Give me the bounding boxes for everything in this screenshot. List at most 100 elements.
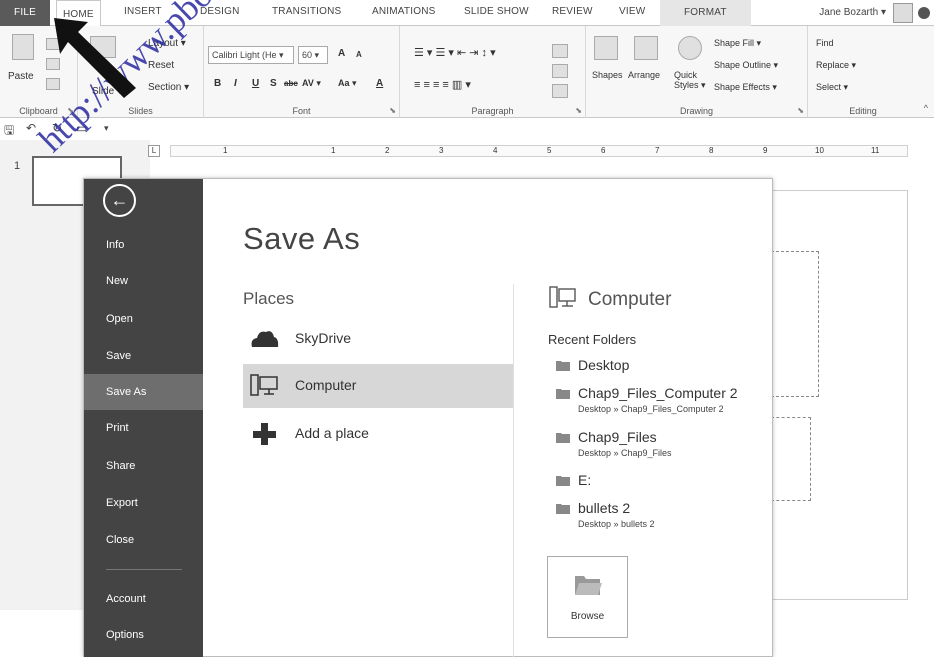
folder-name: Desktop — [578, 357, 630, 373]
recent-folder-desktop[interactable]: Desktop — [556, 357, 776, 379]
tab-animations[interactable]: ANIMATIONS — [372, 6, 435, 17]
change-case-button[interactable]: Aa ▾ — [338, 78, 357, 89]
nav-item-save-as[interactable]: Save As — [84, 374, 203, 410]
title-placeholder[interactable] — [771, 251, 819, 397]
tab-file[interactable]: FILE — [0, 0, 50, 26]
bullets-icon[interactable]: ☰ ▾ ☰ ▾ ⇤ ⇥ ↕ ▾ — [414, 46, 496, 59]
user-account-menu[interactable]: Jane Bozarth ▾ — [819, 7, 886, 18]
computer-heading: Computer — [588, 289, 672, 310]
tab-review[interactable]: REVIEW — [552, 6, 593, 17]
subtitle-placeholder[interactable] — [771, 417, 811, 501]
underline-button[interactable]: U — [252, 78, 259, 89]
replace-button[interactable]: Replace ▾ — [816, 60, 856, 71]
reset-button[interactable]: Reset — [148, 60, 174, 71]
nav-item-options[interactable]: Options — [84, 617, 203, 653]
slide-canvas[interactable] — [771, 190, 908, 600]
ribbon: Paste Clipboard ⬊ Slide ▾ Layout ▾ Reset… — [0, 26, 934, 118]
nav-item-share[interactable]: Share — [84, 448, 203, 484]
tab-design[interactable]: DESIGN — [200, 6, 240, 17]
find-button[interactable]: Find — [816, 38, 834, 48]
folder-name: E: — [578, 472, 592, 488]
smartart-icon[interactable] — [552, 84, 568, 98]
paste-icon[interactable] — [12, 34, 34, 60]
back-arrow-icon[interactable]: ← — [103, 184, 136, 217]
layout-button[interactable]: Layout ▾ — [148, 38, 186, 49]
nav-item-print[interactable]: Print — [84, 410, 203, 446]
font-launcher-icon[interactable]: ⬊ — [389, 106, 396, 115]
folder-icon — [556, 389, 570, 399]
shapes-button[interactable]: Shapes — [592, 70, 623, 80]
align-text-icon[interactable] — [552, 64, 568, 78]
paragraph-group: ☰ ▾ ☰ ▾ ⇤ ⇥ ↕ ▾ ≡ ≡ ≡ ≡ ▥ ▾ Paragraph ⬊ — [400, 26, 586, 118]
paste-button[interactable]: Paste — [8, 71, 34, 82]
format-painter-icon[interactable] — [46, 78, 60, 90]
quick-styles-button[interactable]: Quick Styles ▾ — [674, 70, 708, 91]
nav-item-account[interactable]: Account — [84, 581, 203, 617]
section-button[interactable]: Section ▾ — [148, 82, 189, 93]
customize-qat-icon[interactable]: ▾ — [104, 123, 109, 134]
recent-folder-bullets-2[interactable]: bullets 2 Desktop » bullets 2 — [556, 500, 776, 536]
start-from-beginning-icon[interactable]: ▭ — [76, 121, 87, 135]
quick-styles-icon[interactable] — [678, 36, 702, 60]
clipboard-launcher-icon[interactable]: ⬊ — [67, 106, 74, 115]
recent-folder-chap9-files[interactable]: Chap9_Files Desktop » Chap9_Files — [556, 429, 776, 465]
shape-outline-button[interactable]: Shape Outline ▾ — [714, 60, 778, 71]
font-color-button[interactable]: A — [376, 78, 383, 89]
folder-path: Desktop » Chap9_Files — [578, 448, 672, 458]
strikethrough-button[interactable]: abc — [284, 79, 298, 88]
font-size-combo[interactable]: 60 ▾ — [298, 46, 328, 64]
ruler-number: 4 — [493, 146, 498, 155]
bold-button[interactable]: B — [214, 78, 221, 89]
cut-icon[interactable] — [46, 38, 60, 50]
character-spacing-button[interactable]: AV ▾ — [302, 78, 321, 89]
user-avatar[interactable] — [893, 3, 913, 23]
ruler-number: 1 — [223, 146, 228, 155]
open-folder-icon — [575, 576, 602, 595]
shapes-icon[interactable] — [594, 36, 618, 60]
redo-icon[interactable]: ↻ — [52, 121, 62, 135]
alignment-icon[interactable]: ≡ ≡ ≡ ≡ ▥ ▾ — [414, 78, 471, 91]
recent-folder-chap9-files-computer-2[interactable]: Chap9_Files_Computer 2 Desktop » Chap9_F… — [556, 385, 776, 421]
tab-transitions[interactable]: TRANSITIONS — [272, 6, 341, 17]
place-computer[interactable]: Computer — [243, 364, 514, 408]
arrange-button[interactable]: Arrange — [628, 70, 660, 80]
font-name-combo[interactable]: Calibri Light (He ▾ — [208, 46, 294, 64]
place-skydrive[interactable]: SkyDrive — [243, 317, 514, 361]
copy-icon[interactable] — [46, 58, 60, 70]
tab-home[interactable]: HOME — [56, 0, 101, 27]
new-slide-button[interactable]: Slide ▾ — [92, 86, 122, 97]
shrink-font-button[interactable]: A — [356, 50, 362, 59]
nav-item-open[interactable]: Open — [84, 301, 203, 337]
grow-font-button[interactable]: A — [338, 48, 345, 59]
shape-fill-button[interactable]: Shape Fill ▾ — [714, 38, 761, 49]
recent-folders-heading: Recent Folders — [548, 332, 637, 347]
nav-item-new[interactable]: New — [84, 263, 203, 299]
shadow-button[interactable]: S — [270, 78, 277, 89]
new-slide-icon[interactable] — [90, 36, 116, 58]
nav-item-save[interactable]: Save — [84, 338, 203, 374]
tab-view[interactable]: VIEW — [619, 6, 645, 17]
tab-insert[interactable]: INSERT — [124, 6, 162, 17]
browse-button[interactable]: Browse — [547, 556, 628, 638]
paragraph-launcher-icon[interactable]: ⬊ — [575, 106, 582, 115]
tab-format[interactable]: FORMAT — [660, 0, 751, 26]
tab-selector-icon[interactable]: L — [148, 145, 160, 157]
nav-item-export[interactable]: Export — [84, 485, 203, 521]
collapse-ribbon-icon[interactable]: ^ — [924, 103, 928, 113]
backstage-nav: ← Info New Open Save Save As Print Share… — [84, 179, 203, 657]
place-add-a-place[interactable]: Add a place — [243, 412, 514, 456]
recent-folder-e-drive[interactable]: E: — [556, 472, 776, 494]
save-icon[interactable]: 🖫 — [4, 121, 14, 142]
arrange-icon[interactable] — [634, 36, 658, 60]
undo-icon[interactable]: ↶ — [26, 121, 36, 135]
select-button[interactable]: Select ▾ — [816, 82, 848, 93]
italic-button[interactable]: I — [234, 78, 237, 89]
page-title: Save As — [243, 221, 361, 256]
nav-item-info[interactable]: Info — [84, 227, 203, 263]
computer-icon — [250, 374, 278, 396]
shape-effects-button[interactable]: Shape Effects ▾ — [714, 82, 777, 93]
nav-item-close[interactable]: Close — [84, 522, 203, 558]
text-direction-icon[interactable] — [552, 44, 568, 58]
drawing-launcher-icon[interactable]: ⬊ — [797, 106, 804, 115]
tab-slide-show[interactable]: SLIDE SHOW — [464, 6, 529, 17]
